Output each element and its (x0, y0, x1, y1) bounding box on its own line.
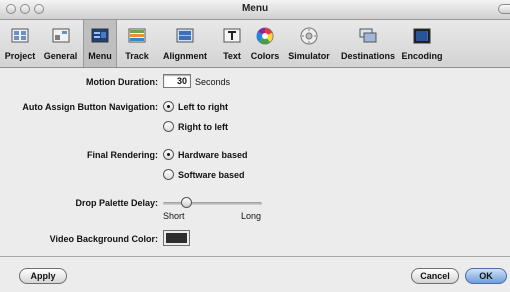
radio-hardware-based-label: Hardware based (178, 150, 248, 160)
drop-palette-delay-thumb[interactable] (180, 197, 192, 208)
tab-track[interactable]: Track (119, 20, 155, 67)
slider-min-label: Short (163, 211, 185, 221)
tab-encoding-label: Encoding (401, 51, 443, 61)
tab-alignment-label: Alignment (163, 51, 207, 61)
motion-duration-field[interactable]: 30 (163, 74, 191, 88)
tab-simulator-label: Simulator (288, 51, 330, 61)
tab-general-label: General (43, 51, 78, 61)
drop-palette-delay-label: Drop Palette Delay: (75, 198, 158, 208)
radio-software-based[interactable] (163, 169, 174, 180)
color-swatch (166, 233, 187, 243)
drop-palette-delay-slider[interactable] (163, 202, 262, 205)
radio-software-based-label: Software based (178, 170, 245, 180)
tab-destinations[interactable]: Destinations (336, 20, 400, 67)
motion-duration-label: Motion Duration: (86, 77, 158, 87)
slider-max-label: Long (241, 211, 262, 221)
motion-duration-unit: Seconds (195, 77, 231, 87)
apply-button[interactable]: Apply (19, 268, 67, 284)
final-rendering-label: Final Rendering: (86, 150, 158, 160)
toolbar-toggle-button[interactable] (498, 4, 510, 14)
cancel-button[interactable]: Cancel (411, 268, 459, 284)
simulator-icon (300, 27, 318, 45)
tab-text[interactable]: Text (218, 20, 246, 67)
radio-right-to-left-label: Right to left (178, 122, 228, 132)
destinations-icon (359, 28, 377, 43)
project-icon (11, 28, 29, 43)
text-icon (223, 28, 241, 43)
tab-text-label: Text (223, 51, 241, 61)
tab-general[interactable]: General (40, 20, 81, 67)
radio-hardware-based[interactable] (163, 149, 174, 160)
radio-left-to-right[interactable] (163, 101, 174, 112)
auto-assign-label: Auto Assign Button Navigation: (22, 102, 158, 112)
tab-menu[interactable]: Menu (83, 20, 117, 67)
preferences-toolbar: Project General Menu Track Alignment Tex… (0, 20, 510, 68)
tab-track-label: Track (125, 51, 149, 61)
dialog-footer: Apply Cancel OK (0, 256, 510, 292)
preferences-window: Menu Project General Menu Track Alignmen… (0, 0, 510, 292)
video-bg-color-well[interactable] (163, 230, 190, 246)
menu-icon (91, 28, 109, 43)
colors-icon (256, 27, 274, 45)
ok-button[interactable]: OK (465, 268, 507, 284)
tab-colors[interactable]: Colors (248, 20, 282, 67)
track-icon (128, 28, 146, 43)
tab-colors-label: Colors (250, 51, 280, 61)
tab-menu-label: Menu (88, 51, 112, 61)
tab-project-label: Project (4, 51, 36, 61)
radio-left-to-right-label: Left to right (178, 102, 228, 112)
tab-alignment[interactable]: Alignment (155, 20, 215, 67)
tab-destinations-label: Destinations (340, 51, 395, 61)
video-bg-color-label: Video Background Color: (49, 234, 158, 244)
encoding-icon (413, 28, 431, 44)
tab-simulator[interactable]: Simulator (284, 20, 334, 67)
alignment-icon (176, 28, 194, 43)
radio-right-to-left[interactable] (163, 121, 174, 132)
title-bar: Menu (0, 0, 510, 20)
tab-encoding[interactable]: Encoding (400, 20, 444, 67)
window-title: Menu (241, 3, 269, 14)
tab-project[interactable]: Project (0, 20, 40, 67)
general-icon (52, 28, 69, 43)
